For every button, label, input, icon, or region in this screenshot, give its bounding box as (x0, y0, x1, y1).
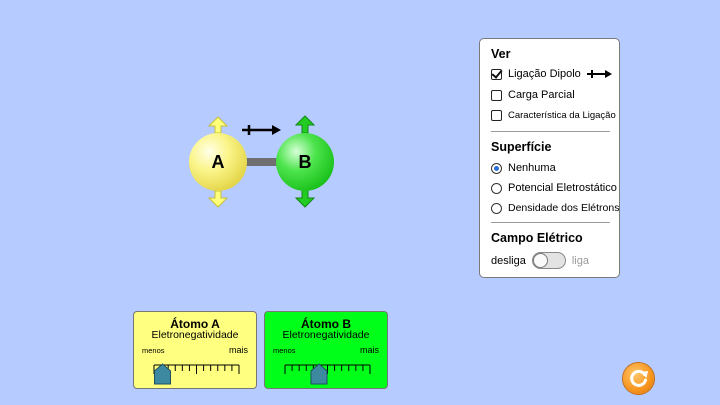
reset-button[interactable] (623, 363, 654, 394)
atom-b-electronegativity-panel: Átomo B Eletronegatividade menos mais (264, 311, 388, 389)
atom-a-electronegativity-panel: Átomo A Eletronegatividade menos mais (133, 311, 257, 389)
atom-a[interactable]: A (189, 133, 247, 191)
atom-b-down-arrow-icon[interactable] (295, 189, 315, 208)
dipole-arrow-icon (242, 125, 281, 135)
bond-dipole-label: Ligação Dipolo (508, 68, 581, 80)
efield-off-label: desliga (491, 254, 526, 267)
dipole-arrow-icon (586, 70, 612, 78)
efield-on-label: liga (571, 254, 589, 267)
atom-a-up-arrow-icon[interactable] (208, 116, 228, 134)
surface-electron-density-radio[interactable] (491, 202, 502, 214)
divider (491, 222, 610, 223)
surface-option-electrostatic[interactable]: Potencial Eletrostático (491, 182, 617, 194)
atom-a-label: A (211, 151, 225, 172)
surface-option-none[interactable]: Nenhuma (491, 162, 556, 174)
partial-charge-checkbox[interactable] (491, 89, 502, 101)
efield-toggle-knob[interactable] (532, 253, 548, 268)
atom-b[interactable]: B (276, 133, 334, 191)
view-control-panel: Ver Ligação Dipolo Carga Parcial Caracte… (479, 38, 620, 278)
bond-line (244, 158, 280, 166)
bond-dipole-option[interactable]: Ligação Dipolo (491, 68, 613, 80)
atom-b-electronegativity-slider[interactable] (265, 312, 389, 390)
surface-none-label: Nenhuma (508, 162, 556, 174)
atom-b-up-arrow-icon[interactable] (295, 115, 315, 134)
bond-character-option[interactable]: Característica da Ligação (491, 110, 616, 121)
reset-icon (630, 369, 648, 387)
surface-electrostatic-label: Potencial Eletrostático (508, 182, 617, 194)
view-title: Ver (491, 47, 511, 61)
surface-title: Superfície (491, 140, 552, 154)
divider (491, 131, 610, 132)
bond-character-checkbox[interactable] (491, 110, 502, 121)
atom-b-label: B (298, 151, 312, 172)
surface-electrostatic-radio[interactable] (491, 182, 502, 194)
efield-toggle-row: desliga liga (491, 252, 589, 269)
surface-electron-density-label: Densidade dos Elétrons (508, 202, 620, 214)
bond-character-label: Característica da Ligação (508, 110, 616, 121)
efield-toggle[interactable] (531, 252, 566, 269)
atom-a-down-arrow-icon[interactable] (208, 190, 228, 208)
surface-none-radio[interactable] (491, 162, 502, 174)
surface-option-electron-density[interactable]: Densidade dos Elétrons (491, 202, 620, 214)
partial-charge-label: Carga Parcial (508, 89, 575, 101)
partial-charge-option[interactable]: Carga Parcial (491, 89, 575, 101)
atom-a-electronegativity-slider[interactable] (134, 312, 258, 390)
efield-title: Campo Elétrico (491, 231, 583, 245)
bond-dipole-checkbox[interactable] (491, 68, 502, 80)
